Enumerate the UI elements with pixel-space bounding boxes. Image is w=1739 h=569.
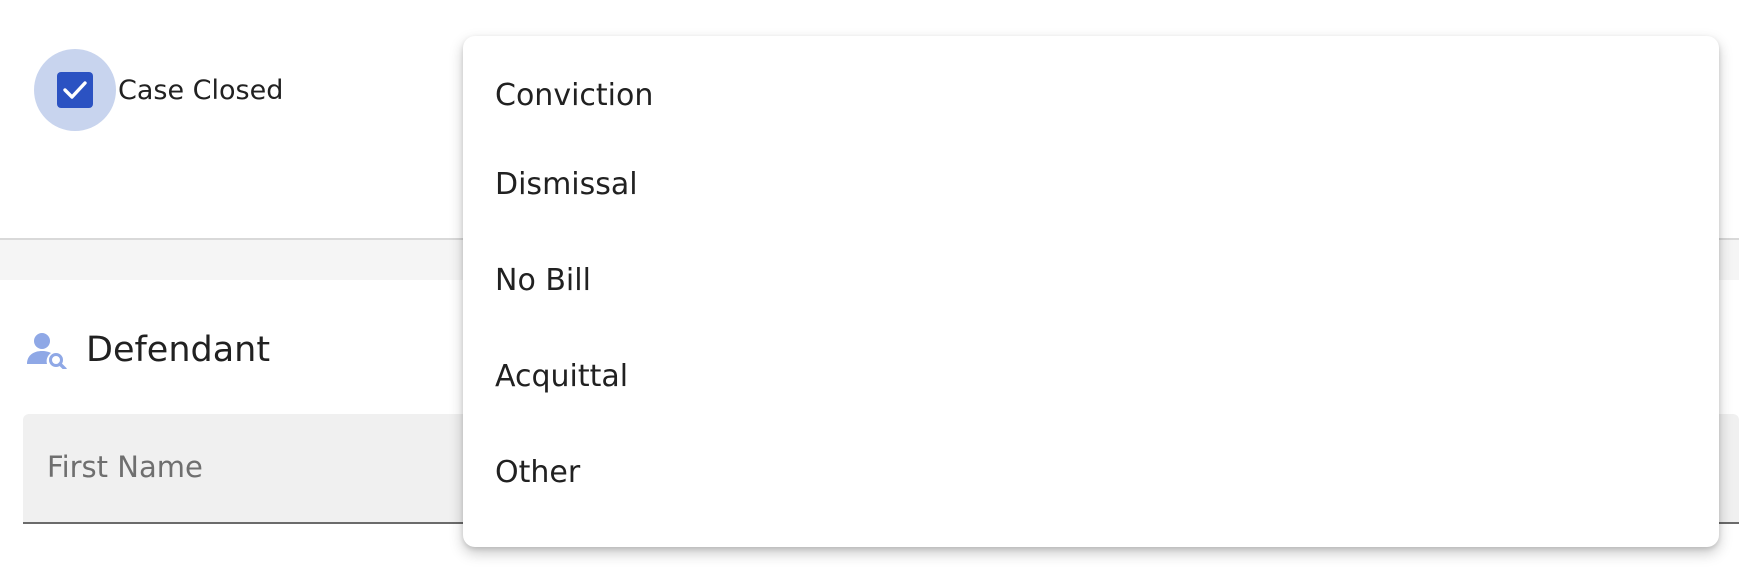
check-icon [63,81,87,99]
defendant-title: Defendant [86,330,271,370]
dropdown-option-conviction[interactable]: Conviction [463,60,1719,136]
dropdown-option-dismissal[interactable]: Dismissal [463,136,1719,232]
checkbox-focus-ripple[interactable] [34,49,116,131]
dropdown-option-acquittal[interactable]: Acquittal [463,328,1719,424]
case-closed-label: Case Closed [118,74,284,106]
dropdown-option-other[interactable]: Other [463,424,1719,520]
case-closed-checkbox[interactable] [57,72,93,108]
first-name-label: First Name [47,450,203,484]
case-closed-checkbox-row[interactable]: Case Closed [34,49,283,131]
page: Case Closed Defendant First Name Convict… [0,0,1739,569]
person-search-icon [27,333,67,369]
dropdown-option-no-bill[interactable]: No Bill [463,232,1719,328]
case-outcome-dropdown-menu[interactable]: Conviction Dismissal No Bill Acquittal O… [463,36,1719,547]
defendant-section-header: Defendant [26,330,270,370]
